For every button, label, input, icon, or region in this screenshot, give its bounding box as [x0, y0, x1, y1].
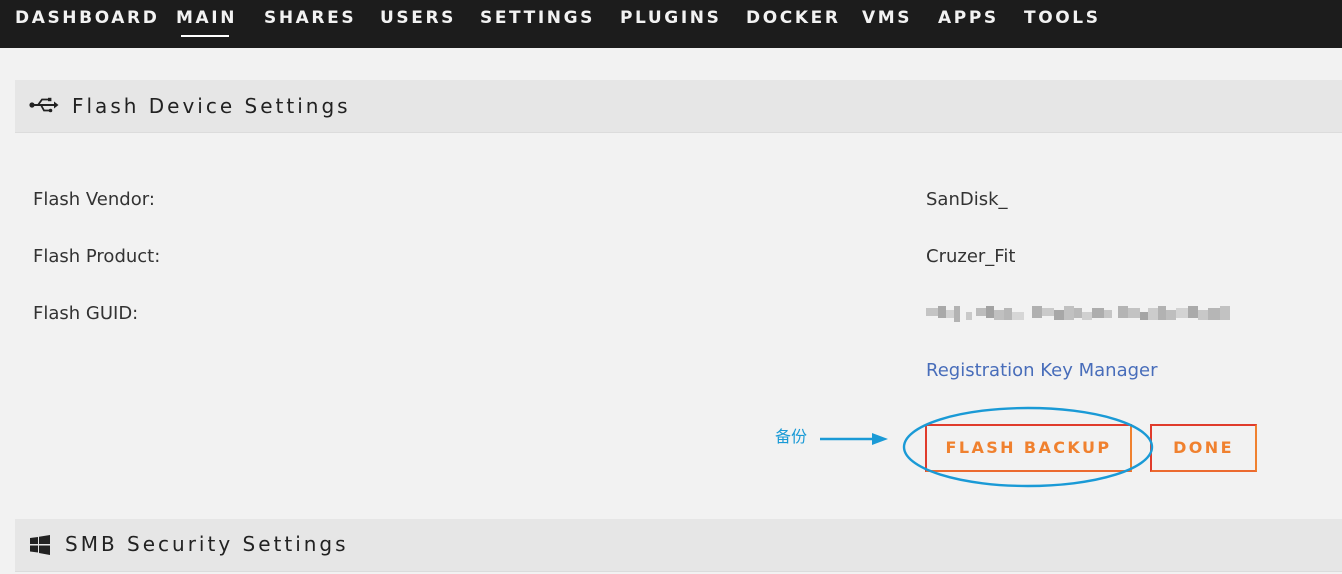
flash-product-label: Flash Product:	[33, 246, 161, 267]
flash-vendor-label: Flash Vendor:	[33, 189, 155, 210]
annotation-arrow-icon	[820, 433, 888, 445]
nav-main[interactable]: MAIN	[176, 9, 237, 27]
nav-tools[interactable]: TOOLS	[1024, 9, 1101, 27]
registration-key-manager-link[interactable]: Registration Key Manager	[926, 360, 1158, 382]
flash-vendor-value: SanDisk_	[926, 189, 1008, 210]
nav-plugins[interactable]: PLUGINS	[620, 9, 721, 27]
active-tab-indicator	[181, 35, 229, 37]
usb-icon	[29, 97, 59, 113]
nav-vms[interactable]: VMS	[862, 9, 912, 27]
annotation-highlight-ellipse	[902, 406, 1154, 488]
annotation-label: 备份	[775, 427, 808, 446]
flash-product-value: Cruzer_Fit	[926, 246, 1016, 267]
section-title-smb: SMB Security Settings	[65, 532, 349, 556]
nav-shares[interactable]: SHARES	[264, 9, 356, 27]
smb-section-header[interactable]: SMB Security Settings	[15, 519, 1342, 572]
section-title-flash: Flash Device Settings	[72, 94, 351, 118]
nav-apps[interactable]: APPS	[938, 9, 999, 27]
flash-section-header[interactable]: Flash Device Settings	[15, 80, 1342, 133]
nav-users[interactable]: USERS	[380, 9, 456, 27]
nav-dashboard[interactable]: DASHBOARD	[15, 9, 159, 27]
nav-settings[interactable]: SETTINGS	[480, 9, 595, 27]
done-button[interactable]: DONE	[1150, 424, 1257, 472]
top-navigation: DASHBOARD MAIN SHARES USERS SETTINGS PLU…	[0, 0, 1342, 48]
windows-icon	[30, 535, 50, 555]
flash-guid-label: Flash GUID:	[33, 303, 139, 324]
nav-docker[interactable]: DOCKER	[746, 9, 841, 27]
flash-guid-redacted-value	[926, 306, 1230, 322]
